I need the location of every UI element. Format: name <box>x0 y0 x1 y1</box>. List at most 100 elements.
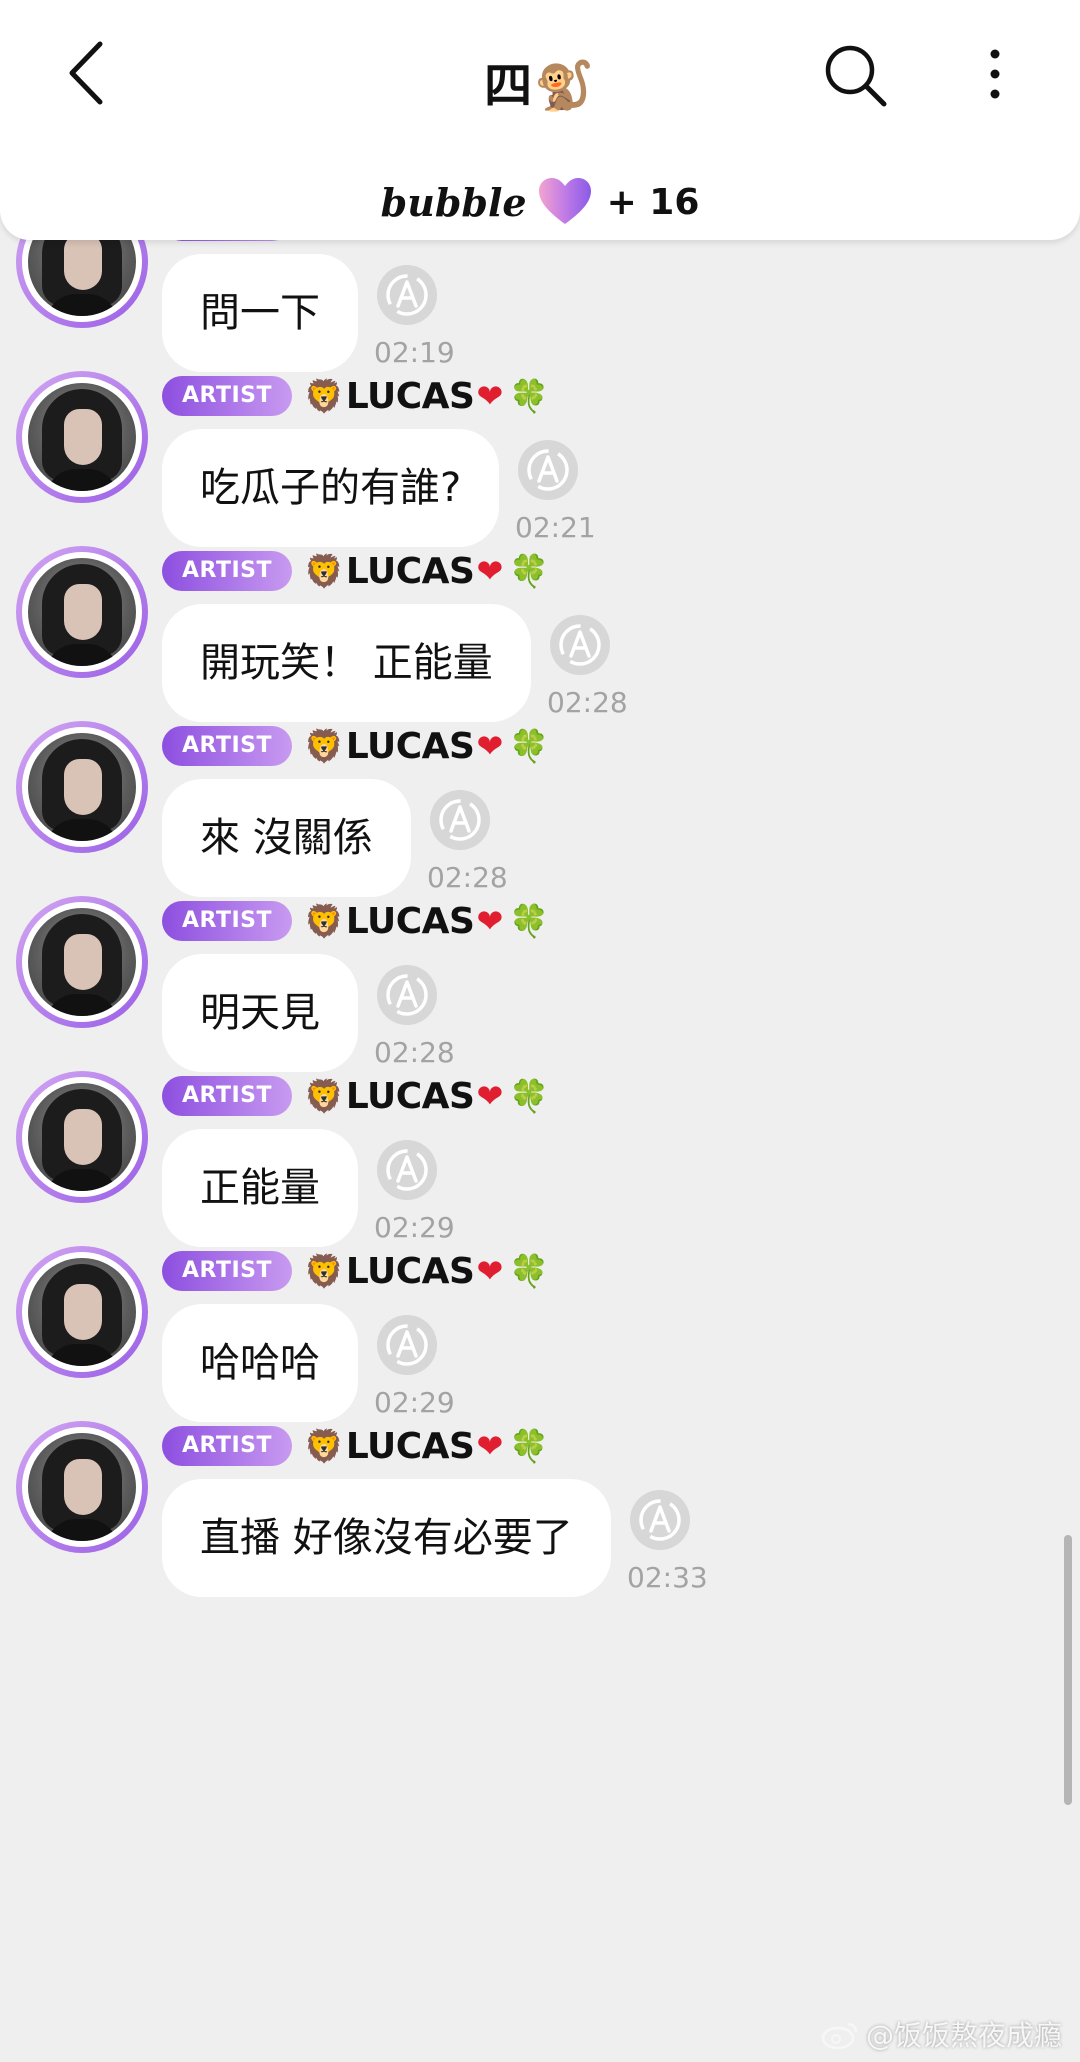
message-row: ARTIST 🦁 LUCAS ❤ 🍀 明天見 02:28 <box>0 892 1080 1092</box>
avatar-photo <box>28 558 136 666</box>
lion-emoji-icon: 🦁 <box>304 377 344 415</box>
clover-icon: 🍀 <box>509 377 550 415</box>
scrollbar[interactable] <box>1064 1535 1072 1805</box>
sender-name: LUCAS <box>345 1250 475 1292</box>
member-count: + 16 <box>606 181 700 223</box>
message-row: ARTIST 🦁 LUCAS ❤ 🍀 吃瓜子的有誰? 02:21 <box>0 367 1080 567</box>
message-time: 02:33 <box>627 1561 708 1594</box>
artist-badge: ARTIST <box>162 726 293 766</box>
avatar[interactable] <box>16 546 148 678</box>
artist-badge: ARTIST <box>162 1076 293 1116</box>
avatar-photo <box>28 383 136 491</box>
message-time: 02:19 <box>374 336 455 369</box>
sender-row: ARTIST 🦁 LUCAS ❤ 🍀 <box>162 550 549 592</box>
chat-screen: 四🐒 bubble + 16 問一下 02:19 ARTIST 🦁 LUCAS … <box>0 0 1080 2062</box>
message-time: 02:28 <box>374 1036 455 1069</box>
message-bubble[interactable]: 來 沒關係 <box>162 779 411 897</box>
avatar[interactable] <box>16 721 148 853</box>
red-heart-icon: ❤ <box>476 1077 504 1115</box>
message-time: 02:29 <box>374 1211 455 1244</box>
message-row: ARTIST 🦁 LUCAS ❤ 🍀 直播 好像沒有必要了 02:33 <box>0 1417 1080 1617</box>
watermark: @饭饭熬夜成瘾 <box>820 2014 1062 2054</box>
bubble-logo-text: bubble <box>380 179 527 225</box>
message-bubble[interactable]: 開玩笑！ 正能量 <box>162 604 531 722</box>
translate-icon[interactable] <box>374 962 440 1028</box>
red-heart-icon: ❤ <box>476 1252 504 1290</box>
sender-name: LUCAS <box>345 550 475 592</box>
avatar-photo <box>28 1083 136 1191</box>
sender-row: ARTIST 🦁 LUCAS ❤ 🍀 <box>162 725 549 767</box>
avatar[interactable] <box>16 1246 148 1378</box>
weibo-icon <box>821 2022 858 2050</box>
artist-badge: ARTIST <box>162 1251 293 1291</box>
message-row: ARTIST 🦁 LUCAS ❤ 🍀 來 沒關係 02:28 <box>0 717 1080 917</box>
clover-icon: 🍀 <box>509 1427 550 1465</box>
bubble-membership-bar[interactable]: bubble + 16 <box>0 172 1080 232</box>
avatar-photo <box>28 908 136 1016</box>
lion-emoji-icon: 🦁 <box>304 727 344 765</box>
avatar[interactable] <box>16 1071 148 1203</box>
message-row: ARTIST 🦁 LUCAS ❤ 🍀 正能量 02:29 <box>0 1067 1080 1267</box>
message-row: ARTIST 🦁 LUCAS ❤ 🍀 開玩笑！ 正能量 02:28 <box>0 542 1080 742</box>
sender-row: ARTIST 🦁 LUCAS ❤ 🍀 <box>162 900 549 942</box>
translate-icon[interactable] <box>374 1312 440 1378</box>
sender-row: ARTIST 🦁 LUCAS ❤ 🍀 <box>162 1250 549 1292</box>
message-bubble[interactable]: 直播 好像沒有必要了 <box>162 1479 611 1597</box>
message-bubble[interactable]: 哈哈哈 <box>162 1304 358 1422</box>
sender-row: ARTIST 🦁 LUCAS ❤ 🍀 <box>162 1425 549 1467</box>
clover-icon: 🍀 <box>509 727 550 765</box>
message-time: 02:29 <box>374 1386 455 1419</box>
message-bubble[interactable]: 吃瓜子的有誰? <box>162 429 500 547</box>
sender-row: ARTIST 🦁 LUCAS ❤ 🍀 <box>162 375 549 417</box>
message-time: 02:28 <box>427 861 508 894</box>
message-bubble[interactable]: 正能量 <box>162 1129 358 1247</box>
sender-name: LUCAS <box>345 375 475 417</box>
lion-emoji-icon: 🦁 <box>304 1252 344 1290</box>
watermark-text: @饭饭熬夜成瘾 <box>866 2019 1063 2052</box>
red-heart-icon: ❤ <box>476 1427 504 1465</box>
translate-icon[interactable] <box>427 787 493 853</box>
translate-icon[interactable] <box>547 612 613 678</box>
more-vertical-icon[interactable] <box>970 44 1020 104</box>
message-time: 02:21 <box>515 511 596 544</box>
clover-icon: 🍀 <box>509 552 550 590</box>
translate-icon[interactable] <box>374 262 440 328</box>
translate-icon[interactable] <box>515 437 581 503</box>
avatar[interactable] <box>16 1421 148 1553</box>
translate-icon[interactable] <box>374 1137 440 1203</box>
message-time: 02:28 <box>547 686 628 719</box>
artist-badge: ARTIST <box>162 1426 293 1466</box>
artist-badge: ARTIST <box>162 901 293 941</box>
avatar[interactable] <box>16 896 148 1028</box>
lion-emoji-icon: 🦁 <box>304 902 344 940</box>
page-title: 四🐒 <box>484 58 596 114</box>
sender-name: LUCAS <box>345 900 475 942</box>
clover-icon: 🍀 <box>509 1077 550 1115</box>
red-heart-icon: ❤ <box>476 902 504 940</box>
lion-emoji-icon: 🦁 <box>304 552 344 590</box>
avatar-photo <box>28 1433 136 1541</box>
artist-badge: ARTIST <box>162 551 293 591</box>
translate-icon[interactable] <box>627 1487 693 1553</box>
message-bubble[interactable]: 問一下 <box>162 254 358 372</box>
search-icon[interactable] <box>820 40 890 110</box>
message-bubble[interactable]: 明天見 <box>162 954 358 1072</box>
red-heart-icon: ❤ <box>476 552 504 590</box>
chat-header: 四🐒 bubble + 16 <box>0 0 1080 240</box>
avatar-photo <box>28 733 136 841</box>
red-heart-icon: ❤ <box>476 377 504 415</box>
artist-badge: ARTIST <box>162 376 293 416</box>
avatar-photo <box>28 1258 136 1366</box>
sender-row: ARTIST 🦁 LUCAS ❤ 🍀 <box>162 1075 549 1117</box>
message-row: ARTIST 🦁 LUCAS ❤ 🍀 哈哈哈 02:29 <box>0 1242 1080 1442</box>
clover-icon: 🍀 <box>509 902 550 940</box>
sender-name: LUCAS <box>345 1425 475 1467</box>
sender-name: LUCAS <box>345 1075 475 1117</box>
bubble-heart-icon <box>538 178 591 224</box>
red-heart-icon: ❤ <box>476 727 504 765</box>
lion-emoji-icon: 🦁 <box>304 1077 344 1115</box>
lion-emoji-icon: 🦁 <box>304 1427 344 1465</box>
avatar[interactable] <box>16 371 148 503</box>
sender-name: LUCAS <box>345 725 475 767</box>
clover-icon: 🍀 <box>509 1252 550 1290</box>
